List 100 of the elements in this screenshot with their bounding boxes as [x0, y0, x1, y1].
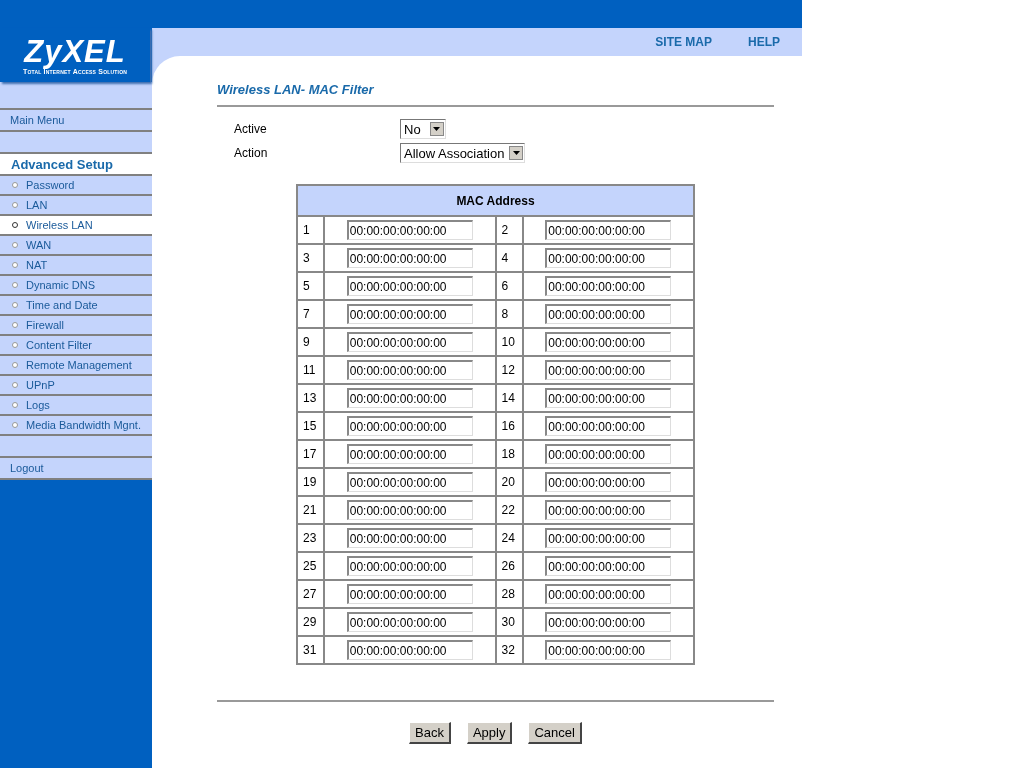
setting-label: Active — [234, 122, 268, 136]
mac-address-field[interactable]: 00:00:00:00:00:00 — [545, 640, 672, 660]
mac-address-field[interactable]: 00:00:00:00:00:00 — [545, 304, 672, 324]
mac-address-field[interactable]: 00:00:00:00:00:00 — [346, 220, 473, 240]
logout-link[interactable]: Logout — [0, 462, 44, 474]
sidebar-item[interactable]: Dynamic DNS — [0, 276, 152, 296]
row-number: 2 — [495, 216, 523, 244]
sidebar-item[interactable]: UPnP — [0, 376, 152, 396]
sidebar-item[interactable]: Firewall — [0, 316, 152, 336]
row-number: 16 — [495, 412, 523, 440]
mac-address-field[interactable]: 00:00:00:00:00:00 — [346, 360, 473, 380]
row-number: 18 — [495, 440, 523, 468]
top-nav-link[interactable]: SITE MAP — [655, 35, 712, 49]
row-number: 8 — [495, 300, 523, 328]
mac-address-field[interactable]: 00:00:00:00:00:00 — [346, 528, 473, 548]
row-number: 1 — [297, 216, 324, 244]
mac-address-field[interactable]: 00:00:00:00:00:00 — [545, 612, 672, 632]
row-number: 23 — [297, 524, 324, 552]
mac-address-field[interactable]: 00:00:00:00:00:00 — [545, 332, 672, 352]
sidebar-item[interactable]: Logs — [0, 396, 152, 416]
setting-label: Action — [234, 146, 269, 160]
mac-address-field[interactable]: 00:00:00:00:00:00 — [545, 416, 672, 436]
mac-address-field[interactable]: 00:00:00:00:00:00 — [346, 612, 473, 632]
row-number: 17 — [297, 440, 324, 468]
mac-address-field[interactable]: 00:00:00:00:00:00 — [545, 584, 672, 604]
row-number: 25 — [297, 552, 324, 580]
row-number: 3 — [297, 244, 324, 272]
radio-icon — [12, 322, 18, 328]
radio-icon — [12, 222, 18, 228]
form-button[interactable]: Cancel — [528, 722, 582, 744]
sidebar-item[interactable]: Wireless LAN — [0, 216, 152, 236]
mac-address-field[interactable]: 00:00:00:00:00:00 — [545, 472, 672, 492]
radio-icon — [12, 402, 18, 408]
mac-address-field[interactable]: 00:00:00:00:00:00 — [346, 332, 473, 352]
radio-icon — [12, 362, 18, 368]
top-nav-link[interactable]: HELP — [748, 35, 780, 49]
row-number: 9 — [297, 328, 324, 356]
sidebar-item[interactable]: Password — [0, 176, 152, 196]
sidebar-item[interactable]: NAT — [0, 256, 152, 276]
sidebar-item[interactable]: Content Filter — [0, 336, 152, 356]
row-number: 21 — [297, 496, 324, 524]
mac-address-field[interactable]: 00:00:00:00:00:00 — [545, 500, 672, 520]
row-number: 24 — [495, 524, 523, 552]
mac-address-field[interactable]: 00:00:00:00:00:00 — [545, 360, 672, 380]
mac-address-field[interactable]: 00:00:00:00:00:00 — [346, 416, 473, 436]
row-number: 7 — [297, 300, 324, 328]
mac-address-field[interactable]: 00:00:00:00:00:00 — [346, 556, 473, 576]
dropdown-arrow-icon — [433, 127, 441, 131]
mac-address-field[interactable]: 00:00:00:00:00:00 — [346, 640, 473, 660]
row-number: 29 — [297, 608, 324, 636]
form-button[interactable]: Apply — [466, 722, 513, 744]
mac-address-field[interactable]: 00:00:00:00:00:00 — [346, 472, 473, 492]
radio-icon — [12, 182, 18, 188]
page-title: Wireless LAN- MAC Filter — [217, 82, 375, 97]
dropdown[interactable]: No — [400, 119, 446, 139]
logo-name: ZyXEL — [24, 35, 126, 68]
row-number: 15 — [297, 412, 324, 440]
row-number: 6 — [495, 272, 523, 300]
row-number: 12 — [495, 356, 523, 384]
radio-icon — [12, 242, 18, 248]
section-heading: Advanced Setup — [10, 156, 113, 172]
row-number: 5 — [297, 272, 324, 300]
row-number: 4 — [495, 244, 523, 272]
row-number: 31 — [297, 636, 324, 664]
mac-address-field[interactable]: 00:00:00:00:00:00 — [346, 500, 473, 520]
radio-icon — [12, 342, 18, 348]
radio-icon — [12, 282, 18, 288]
sidebar-item[interactable]: Time and Date — [0, 296, 152, 316]
row-number: 11 — [297, 356, 324, 384]
mac-address-field[interactable]: 00:00:00:00:00:00 — [545, 388, 672, 408]
sidebar-item[interactable]: WAN — [0, 236, 152, 256]
sidebar-item[interactable]: Media Bandwidth Mgnt. — [0, 416, 152, 436]
row-number: 10 — [495, 328, 523, 356]
table-header: MAC Address — [297, 185, 694, 216]
mac-address-field[interactable]: 00:00:00:00:00:00 — [545, 556, 672, 576]
row-number: 14 — [495, 384, 523, 412]
sidebar-item[interactable]: LAN — [0, 196, 152, 216]
mac-address-field[interactable]: 00:00:00:00:00:00 — [545, 444, 672, 464]
row-number: 28 — [495, 580, 523, 608]
mac-address-field[interactable]: 00:00:00:00:00:00 — [545, 528, 672, 548]
row-number: 19 — [297, 468, 324, 496]
radio-icon — [12, 422, 18, 428]
mac-address-field[interactable]: 00:00:00:00:00:00 — [346, 444, 473, 464]
row-number: 32 — [495, 636, 523, 664]
radio-icon — [12, 202, 18, 208]
mac-address-field[interactable]: 00:00:00:00:00:00 — [545, 276, 672, 296]
mac-address-field[interactable]: 00:00:00:00:00:00 — [545, 220, 672, 240]
dropdown-arrow-icon — [512, 151, 520, 155]
mac-address-field[interactable]: 00:00:00:00:00:00 — [346, 276, 473, 296]
mac-address-field[interactable]: 00:00:00:00:00:00 — [346, 304, 473, 324]
mac-address-field[interactable]: 00:00:00:00:00:00 — [346, 388, 473, 408]
form-button[interactable]: Back — [409, 722, 451, 744]
row-number: 13 — [297, 384, 324, 412]
dropdown[interactable]: Allow Association — [400, 143, 526, 163]
mac-address-field[interactable]: 00:00:00:00:00:00 — [346, 584, 473, 604]
mac-address-field[interactable]: 00:00:00:00:00:00 — [346, 248, 473, 268]
mac-address-field[interactable]: 00:00:00:00:00:00 — [545, 248, 672, 268]
sidebar-item[interactable]: Remote Management — [0, 356, 152, 376]
row-number: 30 — [495, 608, 523, 636]
row-number: 27 — [297, 580, 324, 608]
